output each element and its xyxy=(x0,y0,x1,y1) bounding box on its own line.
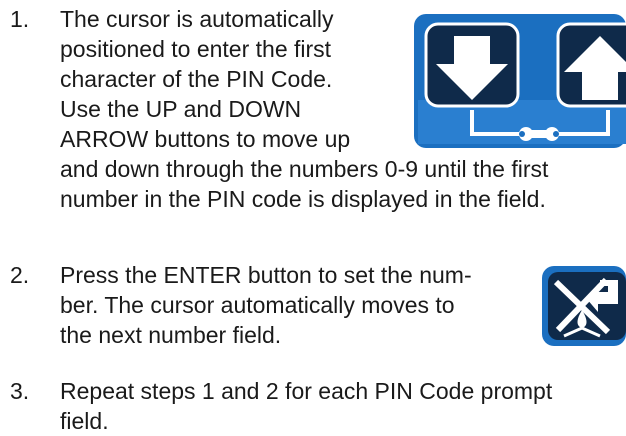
arrow-buttons-icon xyxy=(414,14,626,148)
step-text-line: Repeat steps 1 and 2 for each PIN Code p… xyxy=(60,378,553,404)
step-text-line: the next number field. xyxy=(60,322,282,348)
step-text-line: positioned to enter the first xyxy=(60,36,332,62)
step-text-line: Press the ENTER button to set the num- xyxy=(60,262,472,288)
step-text-line: ber. The cursor automatically moves to xyxy=(60,292,455,318)
step-text-line: number in the PIN code is displayed in t… xyxy=(60,186,546,212)
step-text-line: and down through the numbers 0-9 until t… xyxy=(60,156,549,182)
enter-button-icon xyxy=(542,266,626,346)
step-number: 3. xyxy=(10,378,30,404)
step-text-line: The cursor is automatically xyxy=(60,6,334,32)
step-text-line: character of the PIN Code. xyxy=(60,66,333,92)
step-text-line: ARROW buttons to move up xyxy=(60,126,351,152)
step-number: 2. xyxy=(10,262,30,288)
step-text-line: Use the UP and DOWN xyxy=(60,96,302,122)
step-number: 1. xyxy=(10,6,30,32)
step-text-line: field. xyxy=(60,408,109,434)
